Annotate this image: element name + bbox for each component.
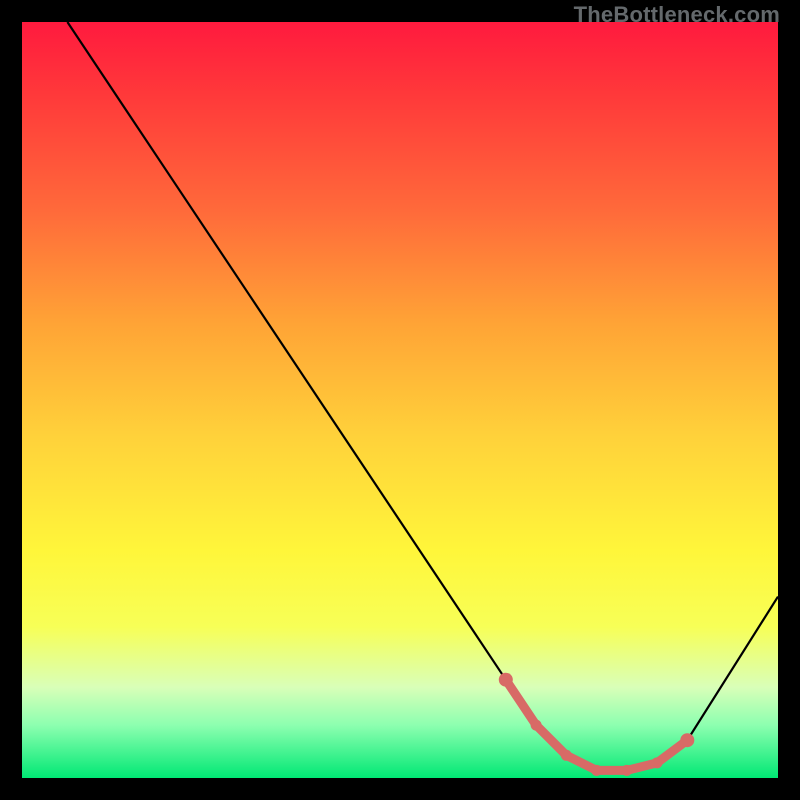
optimal-range-dot [561, 750, 572, 761]
optimal-range-dot [499, 673, 513, 687]
optimal-range-dot [531, 720, 542, 731]
bottleneck-curve [67, 22, 778, 770]
optimal-range-dot [652, 757, 663, 768]
optimal-range-dot [680, 733, 694, 747]
watermark-text: TheBottleneck.com [574, 2, 780, 28]
optimal-range-dot [621, 765, 632, 776]
optimal-range-dot [591, 765, 602, 776]
bottleneck-chart [22, 22, 778, 778]
